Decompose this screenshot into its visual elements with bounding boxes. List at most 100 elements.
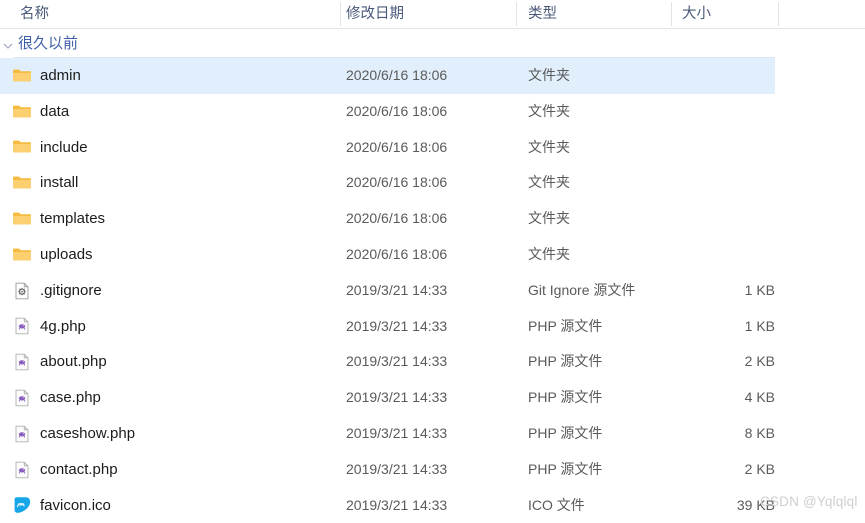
row-icon-wrap [12, 209, 32, 229]
modified-date-cell: 2020/6/16 18:06 [346, 210, 448, 227]
file-type-cell: 文件夹 [528, 210, 570, 227]
file-size-cell [600, 94, 775, 130]
file-size-cell: 2 KB [744, 353, 775, 370]
folder-icon [12, 66, 32, 86]
table-row[interactable]: caseshow.php 2019/3/21 14:33 PHP 源文件 8 KB [0, 416, 865, 452]
column-header-name[interactable]: 名称 [20, 0, 49, 28]
row-icon-wrap [12, 316, 32, 336]
modified-date-cell: 2019/3/21 14:33 [346, 424, 448, 441]
file-type-cell: PHP 源文件 [528, 353, 603, 370]
file-name-cell[interactable]: admin [40, 58, 81, 94]
file-size-cell: 2 KB [744, 460, 775, 477]
file-name-cell[interactable]: uploads [40, 237, 93, 273]
folder-icon [12, 173, 32, 193]
file-size-cell [600, 237, 775, 273]
file-type-cell: PHP 源文件 [528, 389, 603, 406]
file-name-cell[interactable]: caseshow.php [40, 416, 135, 452]
csdn-watermark: CSDN @Yqlqlql [760, 494, 858, 509]
file-size-cell [600, 130, 775, 166]
file-size-cell: 4 KB [744, 389, 775, 406]
file-type-cell: ICO 文件 [528, 496, 585, 513]
table-row[interactable]: .gitignore 2019/3/21 14:33 Git Ignore 源文件 1… [0, 273, 865, 309]
file-size-cell: 8 KB [744, 424, 775, 441]
table-row[interactable]: case.php 2019/3/21 14:33 PHP 源文件 4 KB [0, 380, 865, 416]
file-name-cell[interactable]: templates [40, 201, 105, 237]
file-name-cell[interactable]: include [40, 130, 88, 166]
file-name-cell[interactable]: about.php [40, 344, 107, 380]
table-row[interactable]: uploads 2020/6/16 18:06 文件夹 [0, 237, 865, 273]
file-name-cell[interactable]: 4g.php [40, 309, 86, 345]
row-icon-wrap [12, 66, 32, 86]
row-icon-wrap [12, 388, 32, 408]
php-file-icon [12, 424, 32, 444]
folder-icon [12, 102, 32, 122]
modified-date-cell: 2020/6/16 18:06 [346, 138, 448, 155]
file-type-cell: PHP 源文件 [528, 460, 603, 477]
modified-date-cell: 2020/6/16 18:06 [346, 67, 448, 83]
row-icon-wrap [12, 495, 32, 515]
column-header-size[interactable]: 大小 [682, 0, 711, 28]
table-row[interactable]: include 2020/6/16 18:06 文件夹 [0, 130, 865, 166]
row-icon-wrap [12, 281, 32, 301]
table-row[interactable]: templates 2020/6/16 18:06 文件夹 [0, 201, 865, 237]
php-file-icon [12, 352, 32, 372]
php-file-icon [12, 316, 32, 336]
column-header-date[interactable]: 修改日期 [346, 0, 404, 28]
table-row[interactable]: contact.php 2019/3/21 14:33 PHP 源文件 2 KB [0, 452, 865, 488]
modified-date-cell: 2019/3/21 14:33 [346, 317, 448, 334]
file-type-cell: 文件夹 [528, 174, 570, 191]
group-header-row[interactable]: 很久以前 [0, 29, 865, 58]
table-row[interactable]: admin 2020/6/16 18:06 文件夹 [0, 58, 865, 94]
gitignore-file-icon [12, 281, 32, 301]
file-name-cell[interactable]: contact.php [40, 452, 118, 488]
file-name-cell[interactable]: case.php [40, 380, 101, 416]
ico-file-icon [12, 495, 32, 515]
table-row[interactable]: data 2020/6/16 18:06 文件夹 [0, 94, 865, 130]
group-header-label: 很久以前 [18, 35, 79, 52]
file-type-cell: PHP 源文件 [528, 424, 603, 441]
folder-icon [12, 209, 32, 229]
file-name-cell[interactable]: .gitignore [40, 273, 102, 309]
table-row[interactable]: install 2020/6/16 18:06 文件夹 [0, 165, 865, 201]
row-icon-wrap [12, 102, 32, 122]
column-divider[interactable] [671, 2, 672, 26]
modified-date-cell: 2019/3/21 14:33 [346, 460, 448, 477]
file-name-cell[interactable]: data [40, 94, 69, 130]
file-size-cell [600, 201, 775, 237]
column-divider[interactable] [340, 2, 341, 26]
file-type-cell: 文件夹 [528, 138, 570, 155]
modified-date-cell: 2019/3/21 14:33 [346, 353, 448, 370]
modified-date-cell: 2019/3/21 14:33 [346, 281, 448, 298]
table-row[interactable]: 4g.php 2019/3/21 14:33 PHP 源文件 1 KB [0, 309, 865, 345]
row-icon-wrap [12, 245, 32, 265]
chevron-down-icon[interactable] [3, 38, 13, 49]
file-size-cell: 1 KB [744, 317, 775, 334]
column-header-type[interactable]: 类型 [528, 0, 557, 28]
row-icon-wrap [12, 352, 32, 372]
modified-date-cell: 2019/3/21 14:33 [346, 389, 448, 406]
folder-icon [12, 137, 32, 157]
table-row[interactable]: about.php 2019/3/21 14:33 PHP 源文件 2 KB [0, 344, 865, 380]
file-name-cell[interactable]: install [40, 165, 78, 201]
column-divider[interactable] [778, 2, 779, 26]
row-icon-wrap [12, 460, 32, 480]
column-header-bar: 名称 修改日期 类型 大小 [0, 0, 865, 29]
file-size-cell [600, 165, 775, 201]
row-icon-wrap [12, 137, 32, 157]
php-file-icon [12, 460, 32, 480]
file-size-cell: 1 KB [744, 281, 775, 298]
file-name-cell[interactable]: favicon.ico [40, 488, 111, 523]
folder-icon [12, 245, 32, 265]
table-row[interactable]: favicon.ico 2019/3/21 14:33 ICO 文件 39 KB [0, 488, 865, 523]
row-icon-wrap [12, 173, 32, 193]
row-icon-wrap [12, 424, 32, 444]
modified-date-cell: 2019/3/21 14:33 [346, 496, 448, 513]
column-divider[interactable] [516, 2, 517, 26]
file-size-cell [600, 58, 775, 94]
file-type-cell: PHP 源文件 [528, 317, 603, 334]
file-explorer-list-view: 名称 修改日期 类型 大小 很久以前 admin 2020/6/16 18:06 文件夹 d… [0, 0, 865, 520]
file-rows-container: admin 2020/6/16 18:06 文件夹 data 2020/6/16 18:… [0, 58, 865, 523]
file-type-cell: 文件夹 [528, 102, 570, 119]
modified-date-cell: 2020/6/16 18:06 [346, 174, 448, 191]
modified-date-cell: 2020/6/16 18:06 [346, 102, 448, 119]
